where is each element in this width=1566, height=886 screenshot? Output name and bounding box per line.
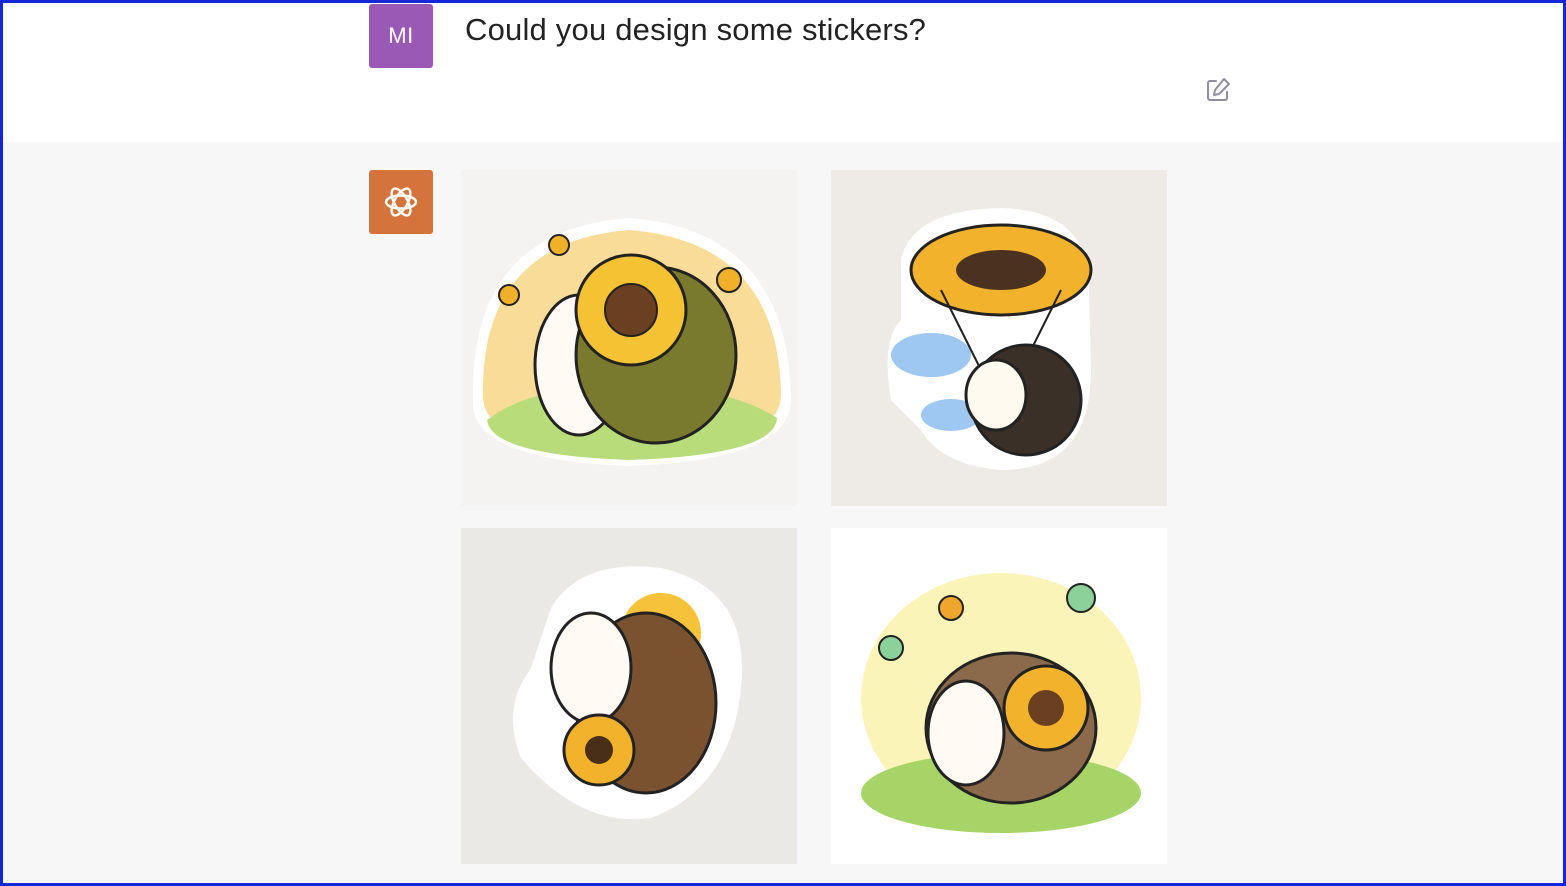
generated-image-1[interactable] [461, 170, 797, 506]
sticker-image [461, 170, 797, 506]
generated-image-2[interactable] [831, 170, 1167, 506]
user-message-text: Could you design some stickers? [465, 12, 927, 47]
edit-icon [1207, 78, 1230, 101]
generated-image-3[interactable] [461, 528, 797, 864]
sticker-image [831, 170, 1167, 506]
sticker-image [461, 528, 797, 864]
generated-image-4[interactable] [831, 528, 1167, 864]
sticker-image [831, 528, 1167, 864]
edit-message-button[interactable] [1202, 74, 1234, 106]
assistant-avatar [369, 170, 433, 234]
openai-logo-icon [384, 187, 418, 217]
user-avatar: MI [369, 4, 433, 68]
user-avatar-initials: MI [388, 23, 414, 48]
